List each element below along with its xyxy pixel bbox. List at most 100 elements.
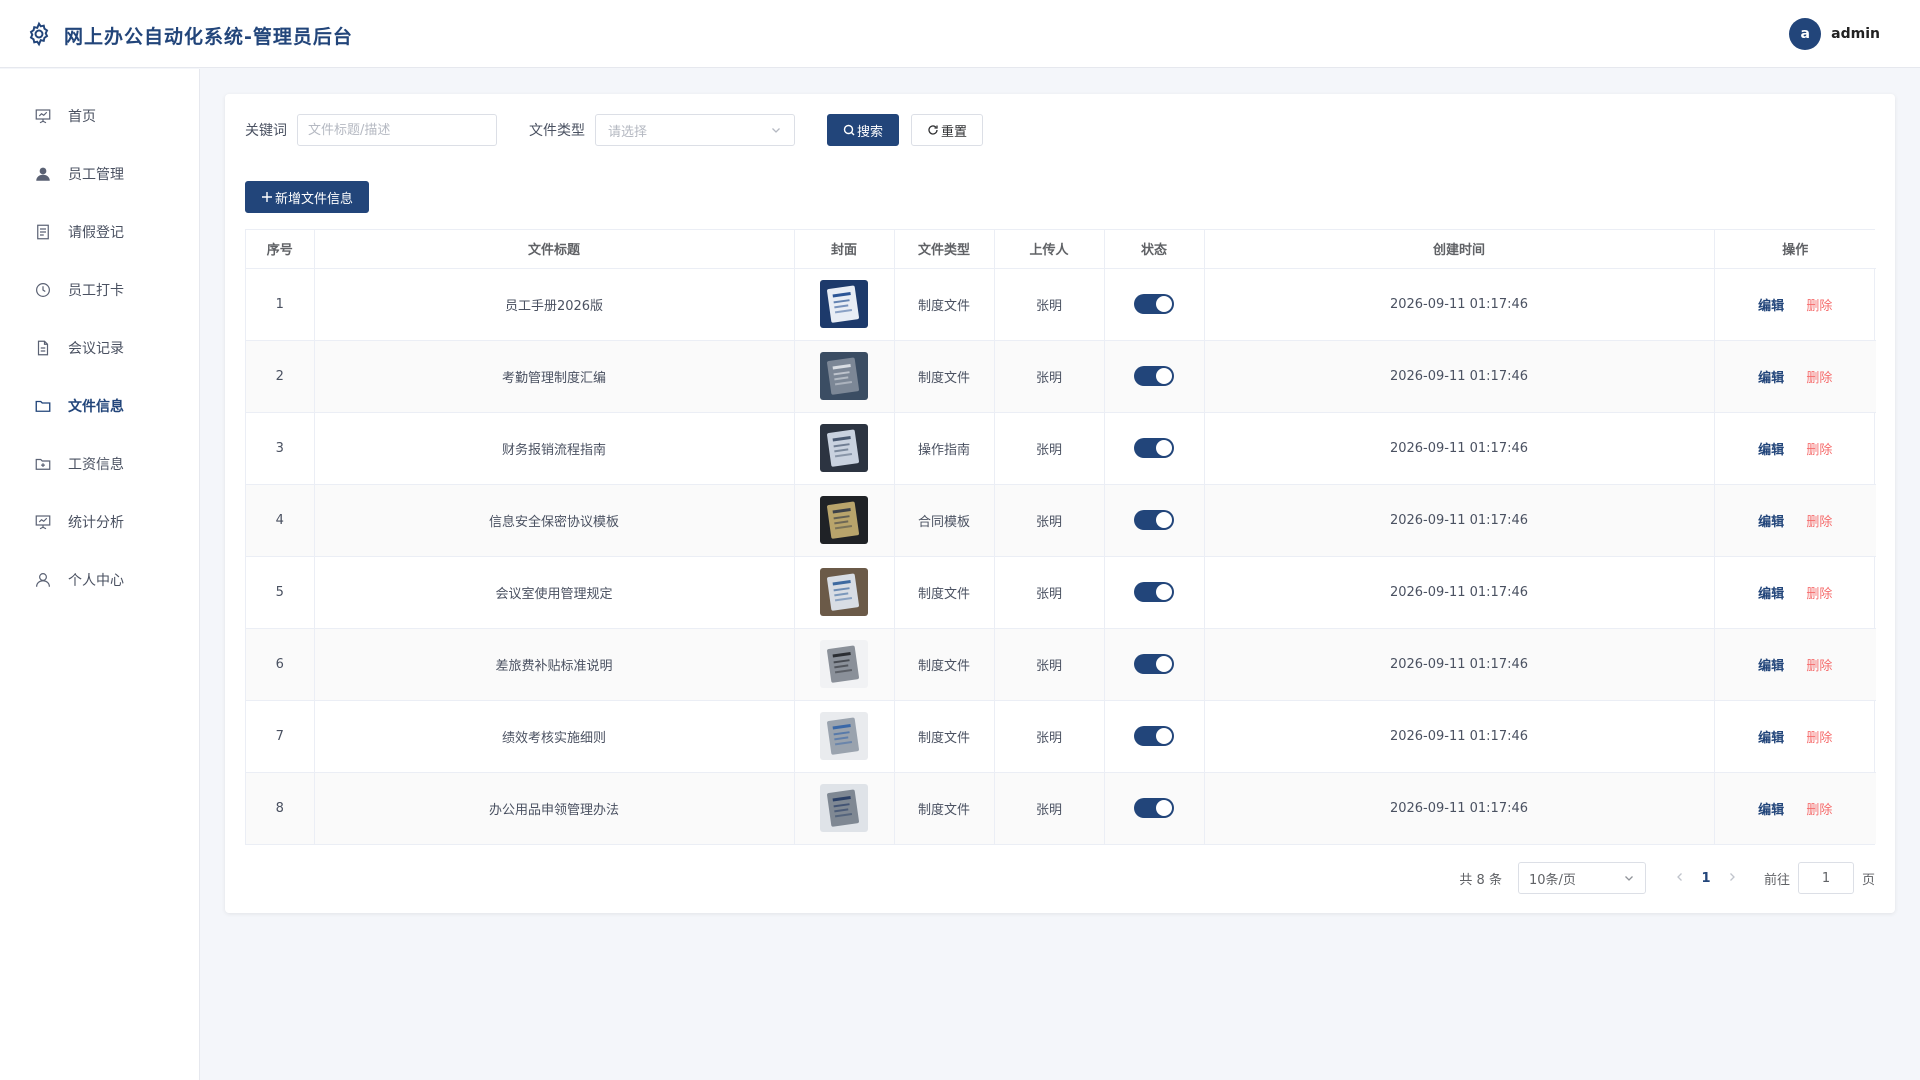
cover-thumbnail[interactable] [820, 640, 868, 688]
delete-button[interactable]: 删除 [1806, 731, 1832, 746]
sidebar-item-attendance[interactable]: 员工打卡 [0, 261, 199, 319]
sidebar-item-profile[interactable]: 个人中心 [0, 551, 199, 609]
file-table: 序号 文件标题 封面 文件类型 上传人 状态 创建时间 操作 1 员工手册202… [245, 229, 1876, 845]
row-status-cell [1104, 772, 1205, 844]
delete-button[interactable]: 删除 [1806, 443, 1832, 458]
file-type-select[interactable]: 请选择 [595, 114, 795, 146]
cover-thumbnail[interactable] [820, 280, 868, 328]
page-number[interactable]: 1 [1690, 871, 1722, 886]
row-cover-cell [794, 268, 895, 341]
row-uploader: 张明 [994, 484, 1105, 557]
add-file-button[interactable]: 新增文件信息 [245, 181, 370, 213]
status-toggle[interactable] [1134, 366, 1174, 386]
row-type: 制度文件 [894, 268, 995, 341]
sidebar-item-label: 员工管理 [68, 167, 124, 183]
row-created: 2026-09-11 01:17:46 [1204, 268, 1715, 341]
row-created: 2026-09-11 01:17:46 [1204, 772, 1715, 844]
cover-image-icon [820, 352, 868, 400]
delete-button[interactable]: 删除 [1806, 371, 1832, 386]
status-toggle[interactable] [1134, 582, 1174, 602]
status-toggle[interactable] [1134, 294, 1174, 314]
edit-button[interactable]: 编辑 [1758, 659, 1784, 674]
chevron-right-icon [1730, 872, 1735, 881]
plus-icon [262, 192, 272, 202]
edit-button[interactable]: 编辑 [1758, 731, 1784, 746]
sidebar-item-label: 工资信息 [68, 457, 124, 473]
sidebar-item-home[interactable]: 首页 [0, 87, 199, 145]
row-type: 操作指南 [894, 412, 995, 485]
status-toggle[interactable] [1134, 798, 1174, 819]
row-created: 2026-09-11 01:17:46 [1204, 484, 1715, 557]
cover-thumbnail[interactable] [820, 712, 868, 760]
sidebar-item-files[interactable]: 文件信息 [0, 377, 199, 435]
goto-label: 前往 [1763, 872, 1790, 888]
sidebar: 首页 员工管理 请假登记 员工打卡 会议记录 文件信息 工资信息 统计分析 个人… [0, 69, 200, 1080]
status-toggle[interactable] [1134, 726, 1174, 746]
username[interactable]: admin [1831, 26, 1880, 42]
goto-page-input[interactable] [1797, 862, 1854, 894]
cover-image-icon [820, 496, 868, 544]
search-button[interactable]: 搜索 [827, 114, 900, 146]
row-cover-cell [794, 484, 895, 557]
table-row: 6 差旅费补贴标准说明 制度文件 张明 2026-09-11 01:17:46 … [246, 628, 1876, 701]
keyword-input[interactable] [297, 114, 497, 146]
cover-thumbnail[interactable] [820, 784, 868, 833]
cover-thumbnail[interactable] [820, 496, 868, 544]
row-status-cell [1104, 700, 1205, 773]
sidebar-item-label: 首页 [68, 109, 96, 125]
sidebar-item-label: 员工打卡 [68, 283, 124, 299]
row-created: 2026-09-11 01:17:46 [1204, 700, 1715, 773]
sidebar-item-statistics[interactable]: 统计分析 [0, 493, 199, 551]
sidebar-item-salary[interactable]: 工资信息 [0, 435, 199, 493]
status-toggle[interactable] [1134, 438, 1174, 458]
user-outline-icon [36, 573, 50, 587]
column-header-title: 文件标题 [314, 230, 795, 269]
row-actions: 编辑 删除 [1714, 412, 1876, 485]
status-toggle[interactable] [1134, 510, 1174, 530]
row-actions: 编辑 删除 [1714, 700, 1876, 773]
row-created: 2026-09-11 01:17:46 [1204, 556, 1715, 629]
reset-button[interactable]: 重置 [911, 114, 984, 146]
sidebar-item-leave[interactable]: 请假登记 [0, 203, 199, 261]
edit-button[interactable]: 编辑 [1758, 443, 1784, 458]
row-index: 2 [246, 340, 315, 413]
row-title: 绩效考核实施细则 [314, 700, 795, 773]
row-status-cell [1104, 484, 1205, 557]
column-header-actions: 操作 [1714, 230, 1876, 269]
edit-button[interactable]: 编辑 [1758, 587, 1784, 602]
edit-button[interactable]: 编辑 [1758, 299, 1784, 314]
row-uploader: 张明 [994, 556, 1105, 629]
row-index: 6 [246, 628, 315, 701]
delete-button[interactable]: 删除 [1806, 515, 1832, 530]
reset-button-label: 重置 [941, 124, 968, 140]
delete-button[interactable]: 删除 [1806, 659, 1832, 674]
row-uploader: 张明 [994, 268, 1105, 341]
cover-thumbnail[interactable] [820, 424, 868, 472]
row-cover-cell [794, 628, 895, 701]
row-actions: 编辑 删除 [1714, 268, 1876, 341]
page-size-select[interactable]: 10条/页 [1517, 862, 1646, 894]
delete-button[interactable]: 删除 [1806, 587, 1832, 602]
edit-button[interactable]: 编辑 [1758, 803, 1784, 818]
delete-button[interactable]: 删除 [1806, 803, 1832, 818]
cover-thumbnail[interactable] [820, 568, 868, 616]
next-page-button[interactable] [1722, 871, 1742, 886]
row-type: 制度文件 [894, 628, 995, 701]
edit-button[interactable]: 编辑 [1758, 371, 1784, 386]
user-menu[interactable]: a admin [1789, 18, 1880, 50]
avatar[interactable]: a [1789, 18, 1822, 50]
cover-image-icon [820, 712, 868, 760]
sidebar-item-employees[interactable]: 员工管理 [0, 145, 199, 203]
page-suffix: 页 [1861, 872, 1875, 888]
user-filled-icon [36, 167, 50, 181]
row-index: 5 [246, 556, 315, 629]
delete-button[interactable]: 删除 [1806, 299, 1832, 314]
edit-button[interactable]: 编辑 [1758, 515, 1784, 530]
prev-page-button[interactable] [1670, 871, 1690, 886]
table-row: 2 考勤管理制度汇编 制度文件 张明 2026-09-11 01:17:46 编… [246, 340, 1876, 413]
cover-thumbnail[interactable] [820, 352, 868, 400]
row-title: 信息安全保密协议模板 [314, 484, 795, 557]
status-toggle[interactable] [1134, 654, 1174, 674]
row-title: 财务报销流程指南 [314, 412, 795, 485]
sidebar-item-meetings[interactable]: 会议记录 [0, 319, 199, 377]
